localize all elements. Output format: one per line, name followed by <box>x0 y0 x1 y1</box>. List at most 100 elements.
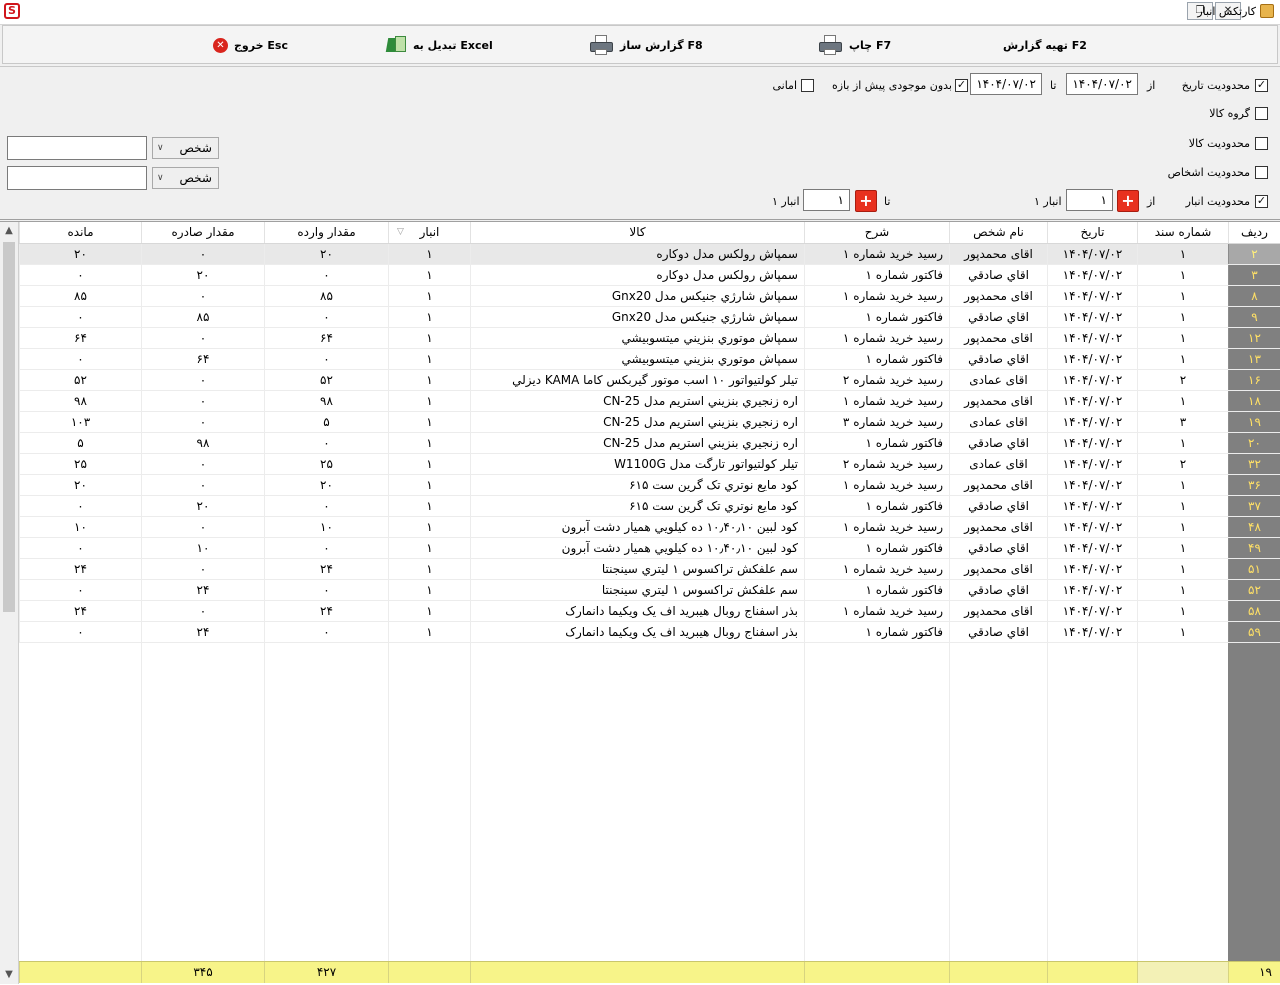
scroll-thumb[interactable] <box>3 242 15 612</box>
cell-desc: رسید خرید شماره ۲ <box>804 370 949 390</box>
cell-docno: ۲ <box>1137 370 1228 390</box>
cell-goods: كود لبين ۱۰٫۴۰٫۱۰ ده كيلويي هميار دشت آب… <box>470 538 804 558</box>
warehouse-to-input[interactable]: ۱ <box>803 189 850 211</box>
cell-docno: ۱ <box>1137 538 1228 558</box>
cell-remain: ۸۵ <box>19 286 141 306</box>
print-button[interactable]: چاپ F7 <box>819 26 891 64</box>
table-row[interactable]: ۱۰۳ ۰ ۵ ۱ اره زنجيري بنزيني استريم مدل CN-25… <box>19 412 1280 433</box>
table-row[interactable]: ۹۸ ۰ ۹۸ ۱ اره زنجيري بنزيني استريم مدل CN-25… <box>19 391 1280 412</box>
cell-desc: رسید خرید شماره ۱ <box>804 559 949 579</box>
app-logo-icon: S <box>4 3 20 19</box>
person-filter-input-2[interactable] <box>7 166 147 190</box>
cell-remain: ۰ <box>19 265 141 285</box>
amani-label: امانی <box>772 79 797 92</box>
table-row[interactable]: ۶۴ ۰ ۶۴ ۱ سمپاش موتوري بنزيني ميتسوبيشي رسید … <box>19 328 1280 349</box>
no-prior-stock-checkbox[interactable]: ✓ <box>955 79 968 92</box>
cell-remain: ۰ <box>19 496 141 516</box>
cell-in: ۰ <box>264 433 388 453</box>
table-row[interactable]: ۵ ۹۸ ۰ ۱ اره زنجيري بنزيني استريم مدل CN-25 ف… <box>19 433 1280 454</box>
col-goods-header[interactable]: کالا <box>470 222 804 243</box>
cell-date: ۱۴۰۴/۰۷/۰۲ <box>1047 370 1137 390</box>
col-warehouse-header[interactable]: ▽ انبار <box>388 222 470 243</box>
warehouse-from-label: از <box>1147 195 1156 208</box>
cell-warehouse: ۱ <box>388 454 470 474</box>
col-docno-header[interactable]: شماره سند <box>1137 222 1228 243</box>
cell-warehouse: ۱ <box>388 580 470 600</box>
goods-group-checkbox[interactable] <box>1255 107 1268 120</box>
col-remain-header[interactable]: مانده <box>19 222 141 243</box>
col-out-header[interactable]: مقدار صادره <box>141 222 264 243</box>
table-row[interactable]: ۲۰ ۰ ۲۰ ۱ سمپاش رولکس مدل دوکاره رسید خرید شم… <box>19 244 1280 265</box>
date-limit-checkbox[interactable]: ✓ <box>1255 79 1268 92</box>
cell-person: اقاي صادقي <box>949 622 1047 642</box>
date-to-input[interactable]: ۱۴۰۴/۰۷/۰۲ <box>970 73 1042 95</box>
cell-docno: ۱ <box>1137 580 1228 600</box>
cell-person: اقای محمدپور <box>949 601 1047 621</box>
cell-out: ۰ <box>141 370 264 390</box>
cell-goods: اره زنجيري بنزيني استريم مدل CN-25 <box>470 433 804 453</box>
table-row[interactable]: ۵۲ ۰ ۵۲ ۱ تيلر كولتيواتور ۱۰ اسب موتور گيربك… <box>19 370 1280 391</box>
prepare-report-button[interactable]: تهیه گزارش F2 <box>1003 26 1087 64</box>
cell-in: ۸۵ <box>264 286 388 306</box>
warehouse-from-plus-button[interactable]: + <box>1117 190 1139 212</box>
col-desc-header[interactable]: شرح <box>804 222 949 243</box>
cell-in: ۲۵ <box>264 454 388 474</box>
cell-radif: ۸ <box>1228 286 1280 306</box>
table-row[interactable]: ۰ ۲۴ ۰ ۱ بذر اسفناج روبال هيبريد اف يک ويكيم… <box>19 622 1280 643</box>
filter-panel: ✓ محدودیت تاریخ از ۱۴۰۴/۰۷/۰۲ تا ۱۴۰۴/۰۷… <box>0 66 1280 220</box>
cell-in: ۹۸ <box>264 391 388 411</box>
cell-out: ۱۰ <box>141 538 264 558</box>
col-in-header[interactable]: مقدار وارده <box>264 222 388 243</box>
table-row[interactable]: ۱۰ ۰ ۱۰ ۱ كود لبين ۱۰٫۴۰٫۱۰ ده كيلويي هميار … <box>19 517 1280 538</box>
footer-blank <box>804 962 949 983</box>
person-filter-input-1[interactable] <box>7 136 147 160</box>
table-row[interactable]: ۲۴ ۰ ۲۴ ۱ بذر اسفناج روبال هيبريد اف يک ويكي… <box>19 601 1280 622</box>
cell-desc: رسید خرید شماره ۲ <box>804 454 949 474</box>
goods-limit-checkbox[interactable] <box>1255 137 1268 150</box>
cell-date: ۱۴۰۴/۰۷/۰۲ <box>1047 286 1137 306</box>
cell-docno: ۱ <box>1137 517 1228 537</box>
table-row[interactable]: ۰ ۸۵ ۰ ۱ سمپاش شارژي جنيكس مدل Gnx20 فاکتور ش… <box>19 307 1280 328</box>
table-row[interactable]: ۲۴ ۰ ۲۴ ۱ سم علفكش تراكسوس ۱ ليتري سينجنتا رس… <box>19 559 1280 580</box>
table-row[interactable]: ۰ ۲۰ ۰ ۱ سمپاش رولکس مدل دوکاره فاکتور شماره … <box>19 265 1280 286</box>
persons-limit-checkbox[interactable] <box>1255 166 1268 179</box>
cell-out: ۹۸ <box>141 433 264 453</box>
cell-goods: سمپاش موتوري بنزيني ميتسوبيشي <box>470 349 804 369</box>
table-row[interactable]: ۰ ۲۰ ۰ ۱ كود مايع نوتري تک گرين ست ۶۱۵ فاکتور… <box>19 496 1280 517</box>
cell-docno: ۱ <box>1137 559 1228 579</box>
table-row[interactable]: ۰ ۱۰ ۰ ۱ كود لبين ۱۰٫۴۰٫۱۰ ده كيلويي هميار د… <box>19 538 1280 559</box>
table-row[interactable]: ۰ ۶۴ ۰ ۱ سمپاش موتوري بنزيني ميتسوبيشي فاکتور… <box>19 349 1280 370</box>
person-combo-1-value: شخص <box>179 141 212 155</box>
scroll-up-icon[interactable]: ▲ <box>0 222 18 240</box>
table-row[interactable]: ۰ ۲۴ ۰ ۱ سم علفكش تراكسوس ۱ ليتري سينجنتا فاک… <box>19 580 1280 601</box>
cell-in: ۰ <box>264 265 388 285</box>
date-to-label: تا <box>1050 79 1057 92</box>
cell-warehouse: ۱ <box>388 475 470 495</box>
sort-filter-icon[interactable]: ▽ <box>397 222 404 243</box>
scroll-down-icon[interactable]: ▼ <box>0 966 18 984</box>
cell-goods: اره زنجيري بنزيني استريم مدل CN-25 <box>470 412 804 432</box>
vertical-scrollbar[interactable]: ▲ ▼ <box>0 222 19 984</box>
cell-goods: اره زنجيري بنزيني استريم مدل CN-25 <box>470 391 804 411</box>
report-builder-button[interactable]: گزارش ساز F8 <box>590 26 703 64</box>
cell-remain: ۹۸ <box>19 391 141 411</box>
table-row[interactable]: ۸۵ ۰ ۸۵ ۱ سمپاش شارژي جنيكس مدل Gnx20 رسید خر… <box>19 286 1280 307</box>
table-row[interactable]: ۲۰ ۰ ۲۰ ۱ كود مايع نوتري تک گرين ست ۶۱۵ رسید … <box>19 475 1280 496</box>
cell-in: ۲۰ <box>264 244 388 264</box>
table-row[interactable]: ۲۵ ۰ ۲۵ ۱ تيلر كولتيواتور تارگت مدل W1100G رس… <box>19 454 1280 475</box>
cell-docno: ۱ <box>1137 391 1228 411</box>
warehouse-limit-checkbox[interactable]: ✓ <box>1255 195 1268 208</box>
warehouse-to-plus-button[interactable]: + <box>855 190 877 212</box>
exit-button[interactable]: ✕ خروج Esc <box>213 26 288 64</box>
excel-button[interactable]: تبدیل به Excel <box>385 26 493 64</box>
col-person-header[interactable]: نام شخص <box>949 222 1047 243</box>
amani-checkbox[interactable] <box>801 79 814 92</box>
footer-row-count: ۱۹ <box>1228 962 1280 983</box>
col-radif-header[interactable]: ردیف <box>1228 222 1280 243</box>
warehouse-from-input[interactable]: ۱ <box>1066 189 1113 211</box>
col-date-header[interactable]: تاریخ <box>1047 222 1137 243</box>
person-combo-2[interactable]: ∨ شخص <box>152 167 219 189</box>
date-from-input[interactable]: ۱۴۰۴/۰۷/۰۲ <box>1066 73 1138 95</box>
person-combo-1[interactable]: ∨ شخص <box>152 137 219 159</box>
cell-person: اقای محمدپور <box>949 517 1047 537</box>
